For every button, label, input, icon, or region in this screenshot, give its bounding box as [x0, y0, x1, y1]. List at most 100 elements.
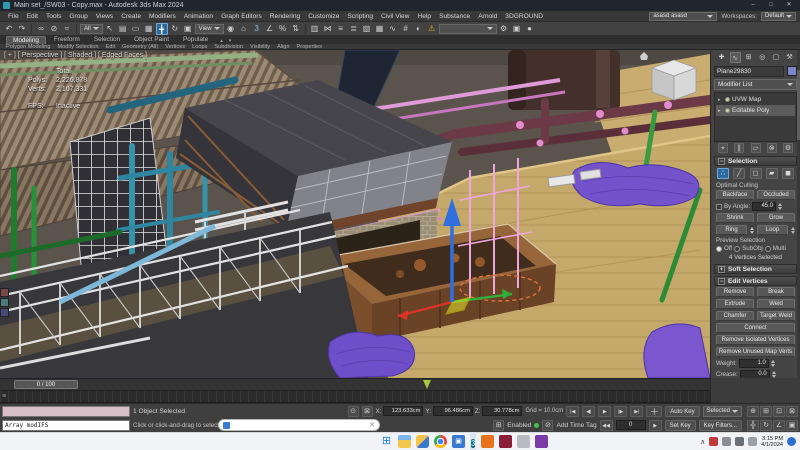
material-editor-icon[interactable]: ◐: [413, 23, 425, 35]
tray-app-icon[interactable]: [709, 437, 718, 446]
field-of-view-icon[interactable]: ∠: [773, 420, 785, 431]
undo-icon[interactable]: ↶: [3, 23, 15, 35]
occluded-button[interactable]: Occluded: [757, 190, 795, 200]
orbit-icon[interactable]: ↻: [760, 420, 772, 431]
soft-selection-header[interactable]: + Soft Selection: [714, 264, 797, 274]
ribbon-toggle-icon[interactable]: ▦: [374, 23, 386, 35]
panel-vertices[interactable]: Vertices: [165, 44, 185, 50]
menu-modifiers[interactable]: Modifiers: [145, 13, 180, 20]
polygon-subobject-icon[interactable]: ▰: [766, 168, 778, 179]
lock-selection-icon[interactable]: ⊠: [362, 406, 373, 417]
scene-3d[interactable]: [0, 50, 710, 378]
schematic-view-icon[interactable]: #: [400, 23, 412, 35]
layout-tab-2[interactable]: [0, 298, 9, 307]
preview-multi-radio[interactable]: [765, 246, 771, 252]
menu-file[interactable]: File: [4, 13, 23, 20]
minimize-button[interactable]: –: [745, 1, 761, 10]
render-setup-icon[interactable]: ⚙: [498, 23, 510, 35]
selection-filter-dropdown[interactable]: All: [80, 24, 103, 34]
panel-subdivision[interactable]: Subdivision: [214, 44, 243, 50]
by-angle-checkbox[interactable]: [716, 204, 722, 210]
zoom-all-icon[interactable]: ⊞: [760, 406, 772, 417]
arnold-warning-icon[interactable]: ⚠: [426, 23, 438, 35]
tool-taskbar-icon[interactable]: [517, 435, 530, 448]
named-selection-sets-combo[interactable]: [439, 24, 497, 34]
menu-arnold[interactable]: Arnold: [474, 13, 501, 20]
ring-button[interactable]: Ring: [716, 225, 747, 235]
macro-recorder-strip[interactable]: [2, 406, 130, 417]
element-subobject-icon[interactable]: ◼: [782, 168, 794, 179]
close-button[interactable]: ✕: [781, 1, 797, 10]
ring-spinner[interactable]: [750, 225, 754, 235]
utilities-tab-icon[interactable]: ⚒: [784, 52, 795, 63]
set-keys-button[interactable]: ＋: [646, 406, 662, 417]
mute-toggle-icon[interactable]: ⊘: [542, 420, 553, 431]
menu-create[interactable]: Create: [117, 13, 145, 20]
menu-help[interactable]: Help: [414, 13, 436, 20]
menu-rendering[interactable]: Rendering: [266, 13, 304, 20]
panel-align[interactable]: Align: [277, 44, 289, 50]
crease-spinner[interactable]: [772, 371, 776, 378]
isolate-selection-icon[interactable]: ⊙: [348, 406, 359, 417]
panel-polygon-modeling[interactable]: Polygon Modeling: [6, 44, 50, 50]
menu-substance[interactable]: Substance: [435, 13, 474, 20]
frame-forward-button[interactable]: ▶: [649, 420, 662, 431]
expand-icon[interactable]: +: [718, 266, 725, 273]
redo-icon[interactable]: ↷: [16, 23, 28, 35]
tray-cloud-icon[interactable]: [722, 437, 731, 446]
object-name-field[interactable]: Plane29830: [714, 66, 784, 77]
mirror-icon[interactable]: ⋈: [322, 23, 334, 35]
tray-expand-icon[interactable]: ∧: [700, 438, 705, 446]
remove-modifier-icon[interactable]: ⊗: [767, 143, 777, 153]
key-mode-dropdown[interactable]: Selected: [703, 406, 742, 417]
global-search-combo[interactable]: [649, 12, 717, 21]
layer-explorer-icon[interactable]: ▧: [361, 23, 373, 35]
scene-explorer-icon[interactable]: ≣: [348, 23, 360, 35]
align-icon[interactable]: ≡: [335, 23, 347, 35]
zoom-icon[interactable]: ⊕: [747, 406, 759, 417]
frame-back-button[interactable]: ◀◀: [600, 420, 613, 431]
global-search-input[interactable]: [653, 13, 705, 19]
loop-spinner[interactable]: [791, 225, 795, 235]
panel-properties[interactable]: Properties: [297, 44, 323, 50]
previous-frame-button[interactable]: ◀|: [582, 406, 595, 417]
perspective-viewport[interactable]: [ + ] [ Perspective ] [ Shaded ] [ Edged…: [0, 50, 710, 378]
menu-tools[interactable]: Tools: [42, 13, 65, 20]
display-tab-icon[interactable]: ▢: [770, 52, 781, 63]
pin-stack-icon[interactable]: ⌖: [718, 143, 728, 153]
panel-modify-selection[interactable]: Modify Selection: [57, 44, 98, 50]
select-by-name-icon[interactable]: ▤: [117, 23, 129, 35]
file-explorer-icon[interactable]: [398, 435, 411, 448]
chrome-icon[interactable]: [434, 435, 447, 448]
layout-tab-1[interactable]: [0, 288, 9, 297]
grow-button[interactable]: Grow: [757, 213, 795, 223]
menu-3dground[interactable]: 3DGROUND: [501, 13, 547, 20]
bind-to-space-warp-icon[interactable]: ≈: [61, 23, 73, 35]
panel-visibility[interactable]: Visibility: [250, 44, 270, 50]
unlink-selection-icon[interactable]: ⊘: [48, 23, 60, 35]
curve-editor-icon[interactable]: ∿: [387, 23, 399, 35]
by-angle-value[interactable]: 45.0: [752, 202, 776, 211]
pan-icon[interactable]: ╬: [747, 420, 759, 431]
close-icon[interactable]: ✕: [369, 421, 375, 429]
next-frame-button[interactable]: |▶: [614, 406, 627, 417]
menu-animation[interactable]: Animation: [180, 13, 217, 20]
stack-item-editable-poly[interactable]: ▸ Editable Poly: [716, 105, 795, 116]
panel-loops[interactable]: Loops: [192, 44, 207, 50]
notification-bell-icon[interactable]: [787, 437, 796, 446]
spinner-snap-icon[interactable]: ⇅: [290, 23, 302, 35]
add-time-tag[interactable]: Add Time Tag: [556, 422, 596, 429]
maximize-button[interactable]: □: [763, 1, 779, 10]
select-and-place-icon[interactable]: ⌂: [238, 23, 250, 35]
weight-spinner[interactable]: [771, 360, 775, 367]
select-and-move-icon[interactable]: ╋: [156, 23, 168, 35]
time-marker-icon[interactable]: [423, 380, 431, 389]
menu-graph-editors[interactable]: Graph Editors: [217, 13, 266, 20]
system-clock[interactable]: 3:15 PM 4/1/2024: [761, 436, 783, 448]
layout-tab-3[interactable]: [0, 308, 9, 317]
maxscript-mini-listener[interactable]: Array modIFS: [2, 420, 130, 431]
3dsmax-taskbar-item[interactable]: 3: [470, 432, 476, 450]
adobe-taskbar-icon[interactable]: [499, 435, 512, 448]
window-crossing-icon[interactable]: ▦: [143, 23, 155, 35]
edge-subobject-icon[interactable]: ╱: [733, 168, 745, 179]
